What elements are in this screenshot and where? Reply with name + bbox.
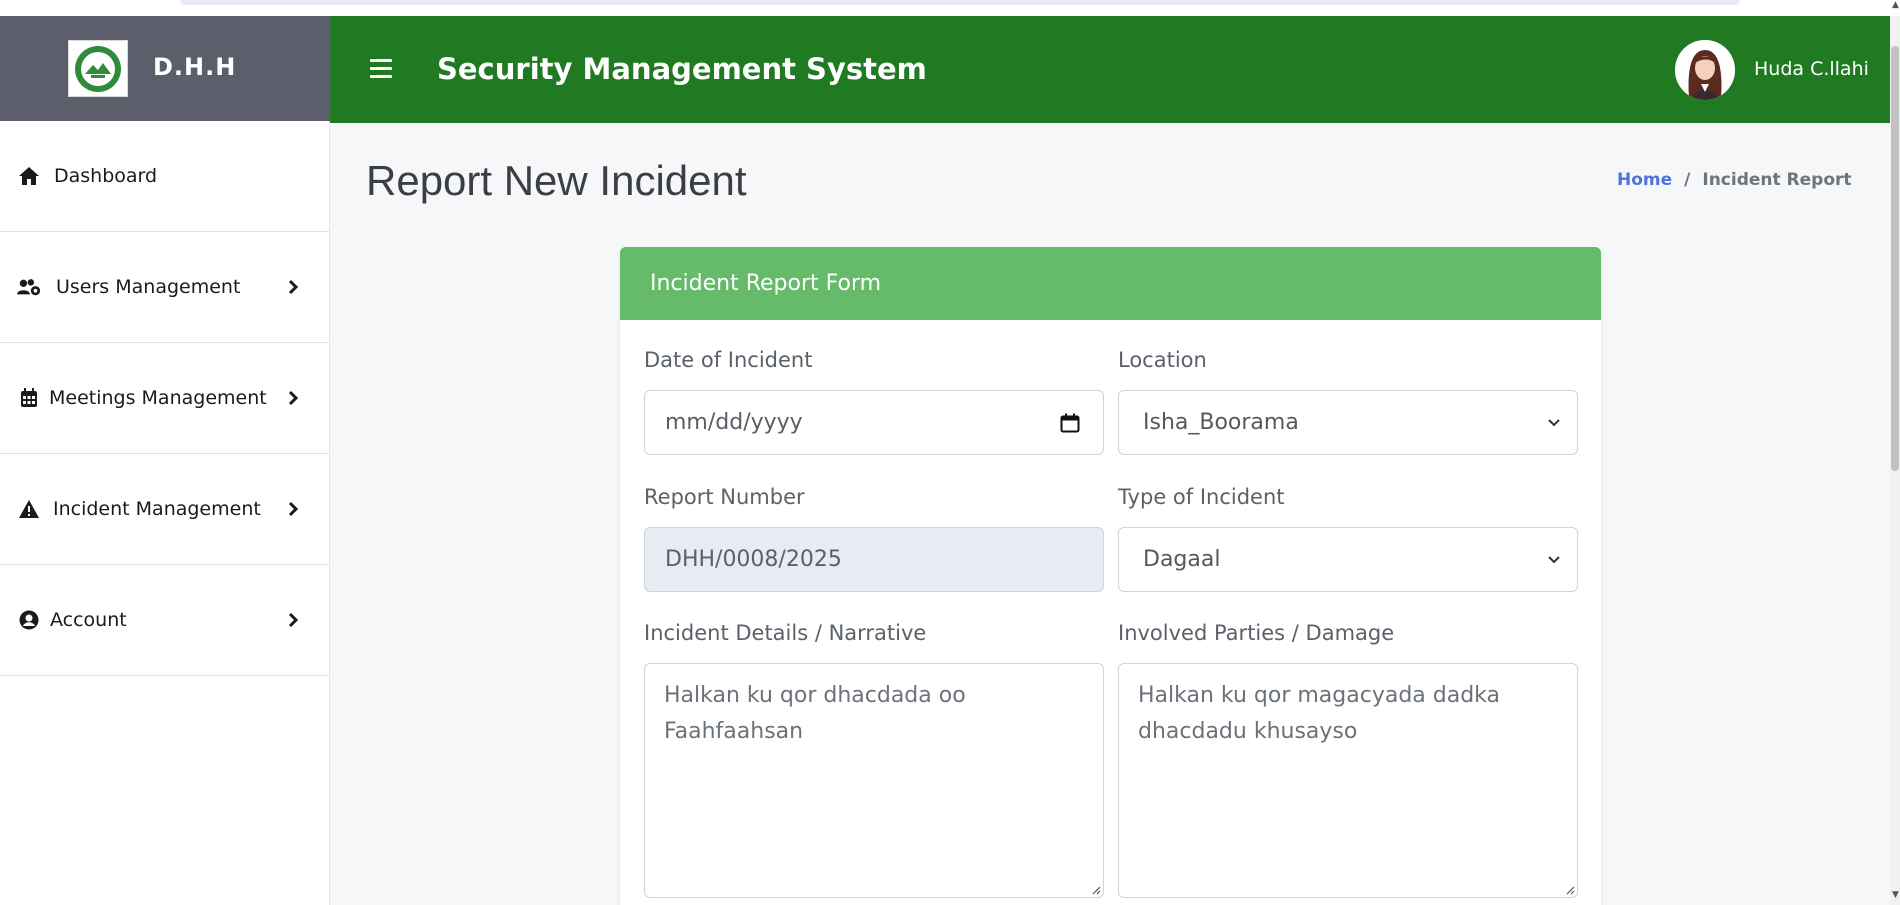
brand-name: D.H.H xyxy=(153,53,237,81)
sidebar-item-meetings-management[interactable]: Meetings Management xyxy=(0,343,330,454)
details-label: Incident Details / Narrative xyxy=(644,621,927,645)
incident-report-card: Incident Report Form Date of Incident mm… xyxy=(620,247,1601,905)
page-title: Report New Incident xyxy=(366,157,747,204)
report-number-label: Report Number xyxy=(644,485,805,509)
incident-type-select[interactable]: Dagaal xyxy=(1118,527,1578,592)
chevron-right-icon xyxy=(283,388,303,408)
report-number-field: DHH/0008/2025 xyxy=(644,527,1104,592)
breadcrumb-current: Incident Report xyxy=(1702,170,1852,190)
card-header: Incident Report Form xyxy=(620,247,1601,320)
chevron-right-icon xyxy=(283,499,303,519)
avatar[interactable] xyxy=(1675,40,1735,100)
sidebar-item-account[interactable]: Account xyxy=(0,565,330,676)
logo-seal-icon xyxy=(75,45,121,92)
location-select[interactable]: Isha_Boorama xyxy=(1118,390,1578,455)
chevron-down-icon xyxy=(1543,549,1565,571)
details-placeholder: Halkan ku qor dhacdada oo Faahfaahsan xyxy=(664,683,966,744)
app-title: Security Management System xyxy=(437,52,927,86)
parties-placeholder: Halkan ku qor magacyada dadka dhacdadu k… xyxy=(1138,683,1501,744)
location-value: Isha_Boorama xyxy=(1143,410,1299,435)
breadcrumb: Home / Incident Report xyxy=(1617,170,1852,190)
address-bar-edge xyxy=(180,0,1740,5)
calendar-icon xyxy=(17,386,41,410)
date-input[interactable]: mm/dd/yyyy xyxy=(644,390,1104,455)
chevron-right-icon xyxy=(283,277,303,297)
scroll-down-arrow-icon[interactable]: ▼ xyxy=(1892,890,1899,900)
home-icon xyxy=(17,164,41,188)
users-cog-icon xyxy=(17,275,41,299)
main-content: Report New Incident Home / Incident Repo… xyxy=(330,123,1890,905)
breadcrumb-home-link[interactable]: Home xyxy=(1617,170,1672,190)
chevron-down-icon xyxy=(1543,412,1565,434)
scrollbar-thumb[interactable] xyxy=(1891,46,1899,471)
brand-logo[interactable] xyxy=(68,40,128,97)
sidebar: Dashboard Users Management Meetings Mana… xyxy=(0,121,330,905)
warning-icon xyxy=(17,497,41,521)
sidebar-item-label: Incident Management xyxy=(53,498,261,520)
sidebar-item-label: Meetings Management xyxy=(49,387,267,409)
browser-top-strip xyxy=(0,0,1900,16)
date-placeholder: mm/dd/yyyy xyxy=(665,410,803,435)
parties-textarea[interactable]: Halkan ku qor magacyada dadka dhacdadu k… xyxy=(1118,663,1578,898)
calendar-picker-icon[interactable] xyxy=(1059,412,1081,434)
sidebar-item-label: Account xyxy=(50,609,127,631)
page-scrollbar[interactable] xyxy=(1890,16,1900,905)
location-label: Location xyxy=(1118,348,1207,372)
sidebar-item-incident-management[interactable]: Incident Management xyxy=(0,454,330,565)
menu-toggle-icon[interactable] xyxy=(370,59,392,79)
sidebar-item-dashboard[interactable]: Dashboard xyxy=(0,121,330,232)
resize-handle-icon[interactable] xyxy=(1089,883,1101,895)
breadcrumb-separator: / xyxy=(1684,170,1691,190)
sidebar-item-label: Dashboard xyxy=(54,165,158,187)
incident-type-label: Type of Incident xyxy=(1118,485,1285,509)
details-textarea[interactable]: Halkan ku qor dhacdada oo Faahfaahsan xyxy=(644,663,1104,898)
user-avatar-icon xyxy=(1675,40,1735,100)
user-circle-icon xyxy=(17,608,41,632)
user-name[interactable]: Huda C.llahi xyxy=(1754,58,1869,80)
brand-bar: D.H.H xyxy=(0,16,330,121)
date-label: Date of Incident xyxy=(644,348,813,372)
scroll-up-arrow-icon[interactable]: ▲ xyxy=(1892,0,1899,10)
chevron-right-icon xyxy=(283,610,303,630)
incident-type-value: Dagaal xyxy=(1143,547,1221,572)
sidebar-item-users-management[interactable]: Users Management xyxy=(0,232,330,343)
sidebar-item-label: Users Management xyxy=(56,276,241,298)
parties-label: Involved Parties / Damage xyxy=(1118,621,1395,645)
report-number-value: DHH/0008/2025 xyxy=(665,547,842,572)
top-header: Security Management System Huda C.llahi xyxy=(330,16,1890,123)
resize-handle-icon[interactable] xyxy=(1563,883,1575,895)
